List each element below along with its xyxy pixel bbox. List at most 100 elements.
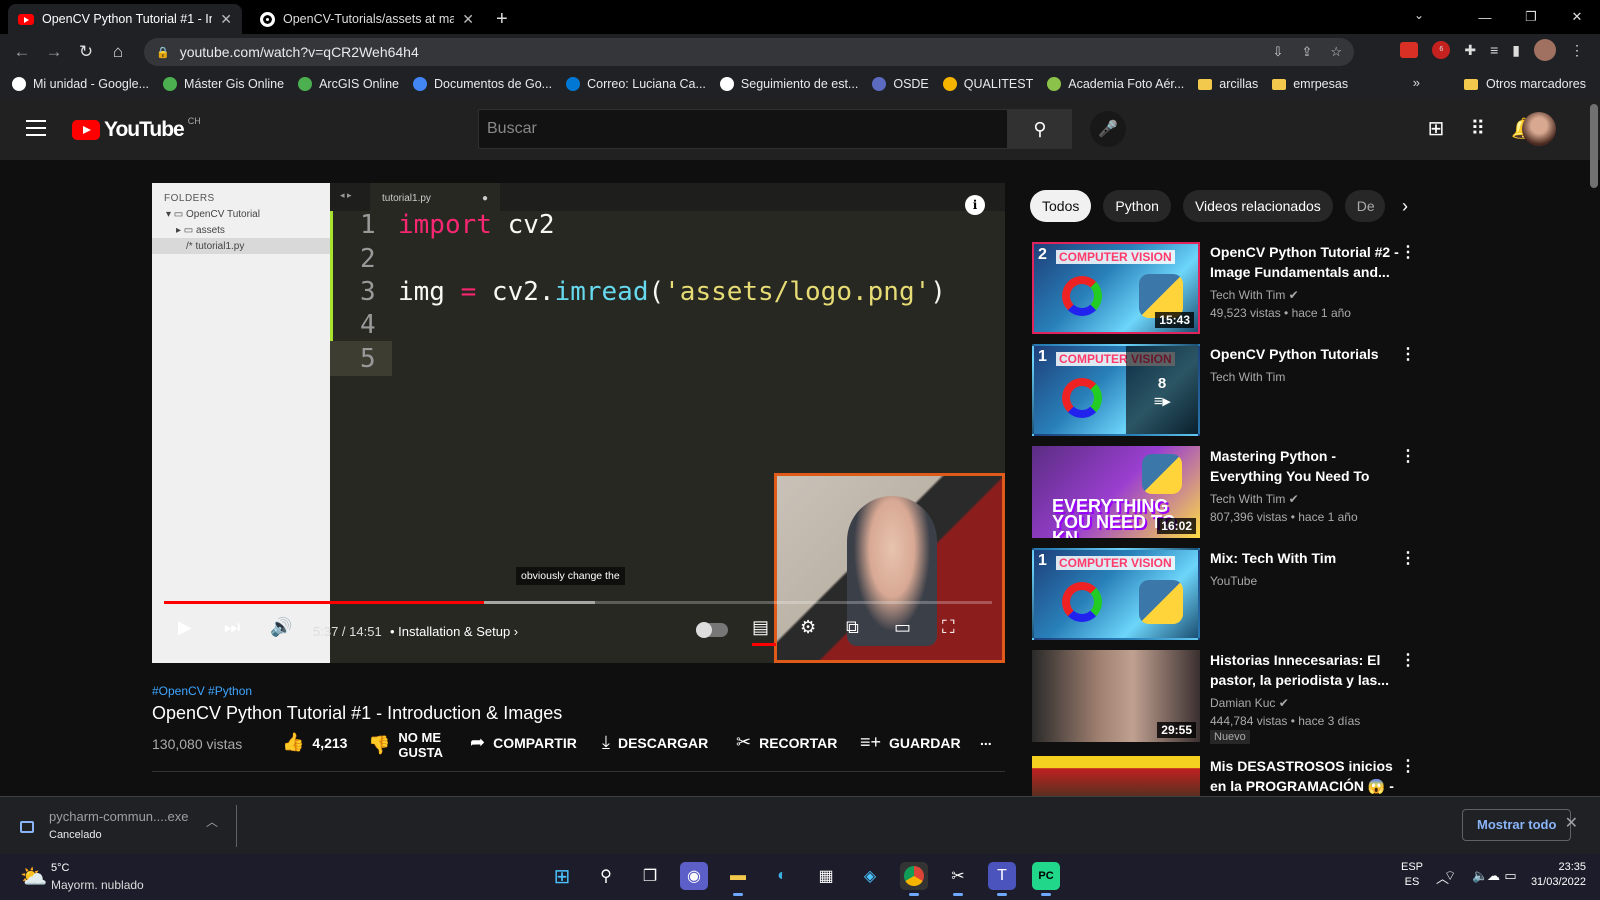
close-tab-icon[interactable]: ✕	[220, 11, 232, 28]
rec-channel[interactable]: Tech With Tim	[1210, 370, 1285, 384]
teams-icon[interactable]: T	[988, 862, 1016, 896]
recommendation-item[interactable]: 1 COMPUTER VISION Mix: Tech With Tim You…	[1032, 548, 1416, 640]
bookmark-item[interactable]: ArcGIS Online	[298, 77, 399, 91]
autoplay-toggle[interactable]	[696, 622, 728, 638]
rec-channel[interactable]: Tech With Tim ✔	[1210, 288, 1299, 302]
dislike-button[interactable]: 👎 NO ME GUSTA	[368, 730, 450, 760]
home-icon[interactable]: ⌂	[102, 42, 134, 62]
puzzle-extensions-icon[interactable]: ✚	[1464, 42, 1476, 59]
other-bookmarks[interactable]: Otros marcadores	[1463, 70, 1586, 98]
bookmark-item[interactable]: OSDE	[872, 77, 929, 91]
snipping-tool-icon[interactable]: ✂	[944, 862, 972, 896]
more-options-icon[interactable]: ⋮	[1400, 344, 1416, 364]
minimize-icon[interactable]: —	[1462, 10, 1508, 25]
install-icon[interactable]: ⇩	[1273, 44, 1284, 60]
app-icon[interactable]: ◈	[856, 862, 884, 890]
teams-chat-icon[interactable]: ◉	[680, 862, 708, 890]
tab-youtube[interactable]: OpenCV Python Tutorial #1 - Intr ✕	[8, 4, 242, 34]
search-input[interactable]: Buscar	[478, 109, 1008, 149]
download-filename[interactable]: pycharm-commun....exe	[49, 809, 188, 824]
rec-title[interactable]: OpenCV Python Tutorial #2 - Image Fundam…	[1210, 242, 1410, 282]
edge-icon[interactable]: ◐	[768, 862, 796, 890]
bookmark-item[interactable]: Mi unidad - Google...	[12, 77, 149, 91]
recommendation-item[interactable]: 29:55 Historias Innecesarias: El pastor,…	[1032, 650, 1416, 744]
chip-partial[interactable]: De	[1344, 190, 1385, 222]
bookmark-item[interactable]: arcillas	[1198, 77, 1258, 91]
bookmark-item[interactable]: Seguimiento de est...	[719, 77, 858, 91]
voice-search-icon[interactable]: 🎤	[1090, 111, 1126, 147]
rec-channel[interactable]: YouTube	[1210, 574, 1257, 588]
profile-avatar[interactable]	[1534, 39, 1556, 61]
close-window-icon[interactable]: ✕	[1554, 9, 1600, 25]
rec-title[interactable]: Mix: Tech With Tim	[1210, 548, 1410, 568]
settings-gear-icon[interactable]: ⚙	[800, 617, 816, 638]
new-tab-button[interactable]: +	[496, 4, 508, 34]
video-thumbnail[interactable]: 29:55	[1032, 650, 1200, 742]
onedrive-cloud-icon[interactable]: ☁	[1487, 868, 1500, 887]
page-scrollbar[interactable]	[1590, 104, 1598, 188]
weather-cloud-icon[interactable]: ⛅	[20, 864, 47, 890]
bookmarks-overflow-icon[interactable]: »	[1413, 75, 1420, 90]
adblock-extension-icon[interactable]: 6	[1432, 41, 1451, 59]
more-options-icon[interactable]: ⋮	[1400, 650, 1416, 670]
apps-grid-icon[interactable]: ⠿	[1470, 116, 1485, 141]
hashtags[interactable]: #OpenCV #Python	[152, 684, 252, 698]
rec-title[interactable]: Mis DESASTROSOS inicios en la PROGRAMACI…	[1210, 756, 1410, 796]
bookmark-item[interactable]: emrpesas	[1272, 77, 1348, 91]
playlist-thumbnail[interactable]: 1 COMPUTER VISION 8 ≡▸	[1032, 344, 1200, 436]
tab-search-chevron-icon[interactable]: ⌄	[1414, 8, 1424, 22]
back-icon[interactable]: ←	[6, 42, 38, 62]
mix-thumbnail[interactable]: 1 COMPUTER VISION	[1032, 548, 1200, 640]
more-actions-button[interactable]: ...	[980, 732, 992, 748]
store-icon[interactable]: ▦	[812, 862, 840, 890]
captions-icon[interactable]: ▤	[752, 617, 769, 638]
browser-menu-icon[interactable]: ⋮	[1570, 42, 1584, 59]
pycharm-icon[interactable]: PC	[1032, 862, 1060, 896]
chevron-right-icon[interactable]: ›	[1402, 196, 1408, 217]
speaker-icon[interactable]: 🔈	[1472, 868, 1488, 884]
share-button[interactable]: ➦ COMPARTIR	[470, 732, 577, 753]
battery-icon[interactable]: ▭	[1504, 868, 1516, 884]
recommendation-item[interactable]: Mis DESASTROSOS inicios en la PROGRAMACI…	[1032, 756, 1412, 796]
progress-bar[interactable]	[164, 601, 992, 604]
clip-button[interactable]: ✂ RECORTAR	[736, 732, 837, 753]
account-avatar[interactable]	[1522, 112, 1556, 146]
chrome-icon[interactable]	[900, 862, 928, 896]
recommendation-item[interactable]: 1 COMPUTER VISION 8 ≡▸ OpenCV Python Tut…	[1032, 344, 1416, 436]
task-view-icon[interactable]: ❐	[636, 862, 664, 890]
rec-title[interactable]: Mastering Python - Everything You Need T…	[1210, 446, 1410, 486]
menu-icon[interactable]	[26, 120, 46, 136]
input-language[interactable]: ESP ES	[1401, 860, 1423, 890]
chip-all[interactable]: Todos	[1030, 190, 1092, 222]
chip-related[interactable]: Videos relacionados	[1182, 190, 1333, 222]
show-all-downloads-button[interactable]: Mostrar todo	[1462, 809, 1572, 841]
clock[interactable]: 23:35 31/03/2022	[1531, 860, 1586, 890]
recommendation-item[interactable]: EVERYTHING YOU NEED TO KN 16:02 Masterin…	[1032, 446, 1416, 538]
video-player[interactable]: FOLDERS ▾ ▭ OpenCV Tutorial ▸ ▭ assets /…	[152, 183, 1005, 663]
more-options-icon[interactable]: ⋮	[1400, 242, 1416, 262]
chapter-title[interactable]: • Installation & Setup ›	[390, 624, 518, 639]
restore-icon[interactable]: ❐	[1508, 9, 1554, 25]
more-options-icon[interactable]: ⋮	[1400, 756, 1412, 776]
more-options-icon[interactable]: ⋮	[1400, 548, 1416, 568]
next-icon[interactable]: ⏭	[224, 617, 240, 638]
video-thumbnail[interactable]: EVERYTHING YOU NEED TO KN 16:02	[1032, 446, 1200, 538]
mail-extension-icon[interactable]	[1400, 42, 1419, 58]
bookmark-item[interactable]: Documentos de Go...	[412, 77, 552, 91]
reading-list-icon[interactable]: ≡	[1490, 42, 1498, 58]
play-icon[interactable]: ▶	[178, 617, 192, 638]
reload-icon[interactable]: ↻	[70, 42, 102, 62]
share-icon[interactable]: ⇪	[1301, 44, 1312, 60]
bookmark-star-icon[interactable]: ☆	[1330, 44, 1342, 60]
rec-title[interactable]: Historias Innecesarias: El pastor, la pe…	[1210, 650, 1410, 690]
download-button[interactable]: ⤓ DESCARGAR	[602, 732, 708, 753]
rec-channel[interactable]: Damian Kuc ✔	[1210, 696, 1289, 710]
like-button[interactable]: 👍 4,213	[282, 732, 347, 753]
recommendation-item[interactable]: 2 COMPUTER VISION 15:43 OpenCV Python Tu…	[1032, 242, 1416, 334]
search-button[interactable]: ⚲	[1008, 109, 1072, 149]
theater-mode-icon[interactable]: ▭	[894, 617, 911, 638]
search-icon[interactable]: ⚲	[592, 862, 620, 890]
volume-icon[interactable]: 🔊	[270, 617, 292, 638]
close-tab-icon[interactable]: ✕	[462, 11, 474, 28]
fullscreen-icon[interactable]: ⛶	[942, 617, 955, 638]
